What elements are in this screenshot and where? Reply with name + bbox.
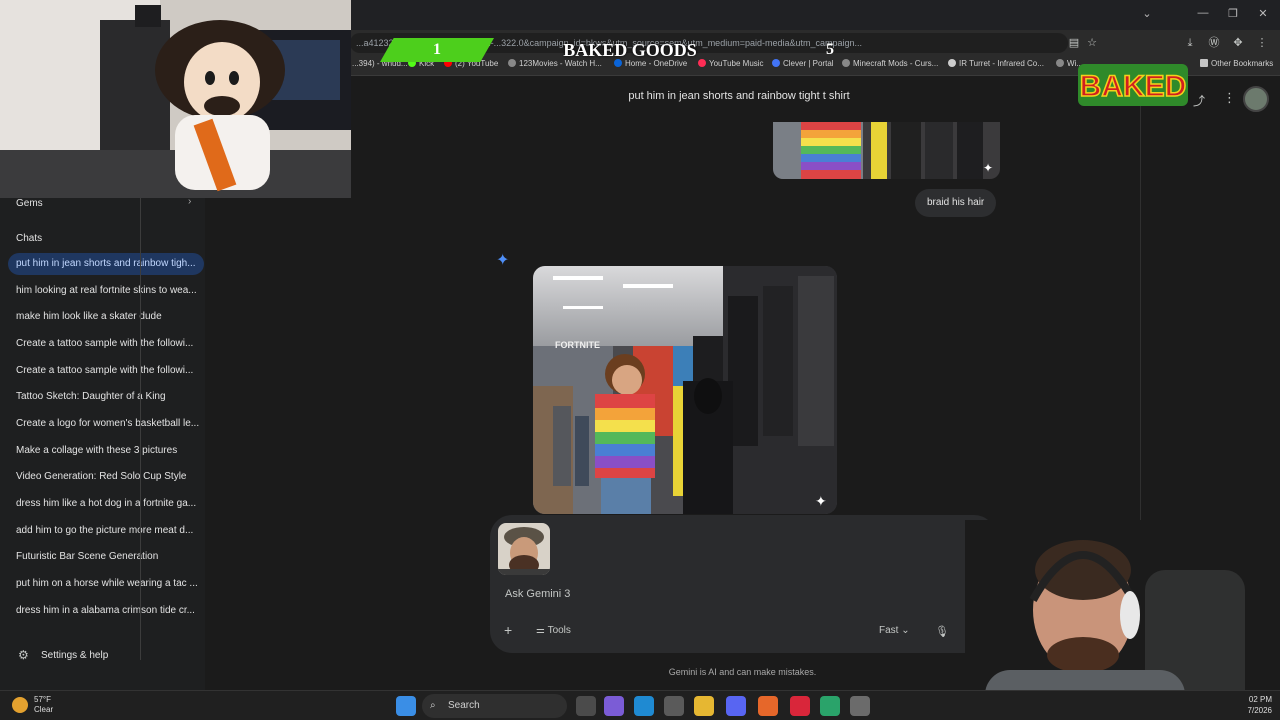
score-left: 1 [380,38,494,62]
firefox-icon[interactable] [758,696,778,716]
download-icon[interactable]: ⤓ [1182,35,1198,51]
search-label: Search [448,700,480,711]
globe-icon [948,59,956,67]
edge-icon[interactable] [634,696,654,716]
baked-logo-graphic: BAKED [1078,64,1188,106]
sidebar: Gems › Chats put him in jean shorts and … [0,196,205,690]
other-bookmarks[interactable]: Other Bookmarks [1200,59,1273,68]
webcam-toy-graphic [0,0,351,198]
clock-time: 02 PM [1248,695,1272,704]
chat-item[interactable]: put him on a horse while wearing a tac .… [8,573,204,595]
prompt-input[interactable]: Ask Gemini 3 [505,588,570,600]
weather-temp: 57°F [34,695,51,704]
globe-icon [508,59,516,67]
sidebar-divider [140,196,141,660]
chat-item[interactable]: put him in jean shorts and rainbow tigh.… [8,253,204,275]
clock[interactable]: 02 PM 7/2026 [1248,694,1272,716]
add-attachment-icon[interactable]: + [504,622,512,638]
webcam-overlay-toy [0,0,351,198]
file-explorer-icon[interactable] [694,696,714,716]
weather-moon-icon [12,697,28,713]
tools-button[interactable]: ⚌ Tools [536,625,571,636]
svg-text:✦: ✦ [815,494,827,510]
generated-image[interactable]: FORTNITE ✦ [533,266,837,514]
taskbar: 57°F Clear ⌕ Search 02 PM 7/2026 [0,690,1280,720]
settings-gear-icon: ⚙ [18,648,29,662]
account-avatar[interactable] [1243,86,1269,112]
globe-icon [1056,59,1064,67]
chat-item[interactable]: Futuristic Bar Scene Generation [8,546,204,568]
user-message-bubble: braid his hair [915,189,997,217]
previous-generated-image[interactable]: ✦ [773,122,1000,179]
chat-item[interactable]: dress him like a hot dog in a fortnite g… [8,493,204,515]
chat-item[interactable]: him looking at real fortnite skins to we… [8,280,204,302]
app-icon[interactable] [850,696,870,716]
generated-image-graphic: FORTNITE ✦ [533,266,837,514]
chat-item[interactable]: Make a collage with these 3 pictures [8,440,204,462]
baked-logo: BAKED [1078,60,1188,110]
chat-item[interactable]: Create a logo for women's basketball le.… [8,413,204,435]
sidebar-gems[interactable]: Gems [16,198,43,209]
chat-item[interactable]: Tattoo Sketch: Daughter of a King [8,386,204,408]
restore-button[interactable]: ❐ [1218,7,1248,23]
windows-start-icon[interactable] [396,696,416,716]
bookmark-star-icon[interactable]: ☆ [1084,35,1100,51]
model-mode-dropdown[interactable]: Fast ⌄ [879,625,910,636]
extensions-icon[interactable]: ✥ [1230,35,1246,51]
weather-widget[interactable]: 57°F Clear [34,695,53,715]
reader-icon[interactable]: ▤ [1066,35,1082,51]
chats-heading: Chats [16,233,43,244]
menu-icon[interactable]: ⋮ [1254,35,1270,51]
prompt-composer: Ask Gemini 3 + ⚌ Tools Fast ⌄ 🎙 ➤ [490,515,996,653]
chat-item[interactable]: add him to go the picture more meat d... [8,520,204,542]
tools-icon: ⚌ [536,625,548,636]
score-right: 5 [826,41,834,58]
more-options-icon[interactable]: ⋮ [1223,90,1236,106]
attached-image-thumbnail[interactable] [498,523,550,575]
stream-title: BAKED GOODS [563,40,697,60]
settings-help-link[interactable]: Settings & help [41,650,108,661]
conversation-title: put him in jean shorts and rainbow tight… [628,90,850,102]
minimize-button[interactable]: — [1188,7,1218,23]
svg-text:✦: ✦ [983,161,993,175]
previous-image-graphic: ✦ [773,122,1000,179]
media-player-icon[interactable] [790,696,810,716]
profile-w-icon[interactable]: Ⓦ [1206,35,1222,51]
discord-icon[interactable] [726,696,746,716]
disclaimer-text: Gemini is AI and can make mistakes. [668,667,817,677]
bookmark-ir-turret[interactable]: IR Turret - Infrared Co... [948,59,1044,68]
app-icon[interactable] [820,696,840,716]
taskbar-search[interactable]: ⌕ Search [422,694,567,718]
store-sign: FORTNITE [555,340,600,350]
attached-image-graphic [498,523,550,575]
chat-item[interactable]: make him look like a skater dude [8,306,204,328]
gemini-sparkle-icon: ✦ [496,252,510,269]
chat-item[interactable]: Create a tattoo sample with the followi.… [8,333,204,355]
chat-item[interactable]: Video Generation: Red Solo Cup Style [8,466,204,488]
copilot-icon[interactable] [604,696,624,716]
microphone-icon[interactable]: 🎙 [935,625,949,638]
weather-desc: Clear [34,705,54,714]
tab-list-chevron-icon[interactable]: ⌄ [1132,7,1162,23]
chevron-down-icon: ⌄ [898,625,910,636]
chat-item[interactable]: Create a tattoo sample with the followi.… [8,360,204,382]
task-view-icon[interactable] [576,696,596,716]
search-icon: ⌕ [430,700,436,711]
baked-logo-text: BAKED [1080,70,1187,103]
clock-date: 7/2026 [1247,706,1272,715]
store-icon[interactable] [664,696,684,716]
share-icon[interactable]: ⤴ [1193,92,1205,109]
folder-icon [1200,59,1208,67]
close-button[interactable]: ✕ [1248,7,1278,23]
chat-item[interactable]: dress him in a alabama crimson tide cr..… [8,600,204,622]
